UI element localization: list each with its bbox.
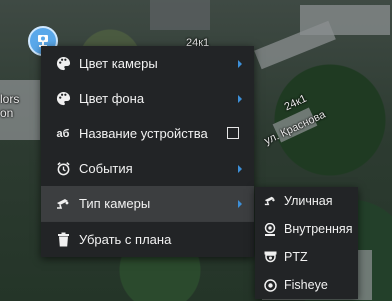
submenu-item-label: Fisheye	[284, 278, 328, 292]
submenu-arrow-icon	[238, 199, 242, 208]
submenu-item-indoor[interactable]: Внутренняя	[255, 215, 358, 243]
outdoor-camera-icon	[263, 194, 277, 208]
camera-icon	[55, 196, 71, 212]
menu-item-remove-from-plan[interactable]: Убрать с плана	[41, 222, 254, 257]
menu-item-label: Тип камеры	[79, 196, 151, 211]
menu-item-label: События	[79, 161, 133, 176]
map-label-left-fragment-1: lors	[0, 92, 20, 106]
map-label-left-fragment-2: on	[0, 106, 14, 120]
menu-item-device-name[interactable]: аб Название устройства	[41, 116, 254, 151]
device-name-checkbox[interactable]	[227, 126, 239, 139]
text-ab-icon: аб	[56, 127, 70, 140]
submenu-item-outdoor[interactable]: Уличная	[255, 187, 358, 215]
submenu-item-label: PTZ	[284, 250, 308, 264]
menu-item-label: Цвет фона	[79, 91, 145, 106]
submenu-item-ptz[interactable]: PTZ	[255, 243, 358, 271]
submenu-arrow-icon	[238, 94, 242, 103]
menu-item-label: Убрать с плана	[79, 232, 172, 247]
submenu-arrow-icon	[238, 59, 242, 68]
submenu-arrow-icon	[238, 164, 242, 173]
trash-icon	[55, 232, 71, 248]
fisheye-camera-icon	[263, 278, 277, 292]
indoor-camera-icon	[263, 222, 277, 236]
palette-icon	[55, 91, 71, 107]
ptz-camera-icon	[263, 250, 277, 264]
menu-item-label: Название устройства	[79, 126, 208, 141]
menu-item-events[interactable]: События	[41, 151, 254, 186]
submenu-item-label: Внутренняя	[284, 222, 353, 236]
menu-item-camera-type[interactable]: Тип камеры	[41, 186, 254, 221]
menu-item-label: Цвет камеры	[79, 56, 158, 71]
context-menu: Цвет камеры Цвет фона аб Название устрой…	[41, 46, 254, 257]
palette-icon	[55, 56, 71, 72]
menu-item-camera-color[interactable]: Цвет камеры	[41, 46, 254, 81]
alarm-clock-icon	[55, 161, 71, 177]
camera-type-submenu: Уличная Внутренняя PTZ Fisheye	[255, 187, 358, 299]
submenu-item-label: Уличная	[284, 194, 333, 208]
submenu-item-fisheye[interactable]: Fisheye	[255, 271, 358, 299]
menu-item-background-color[interactable]: Цвет фона	[41, 81, 254, 116]
